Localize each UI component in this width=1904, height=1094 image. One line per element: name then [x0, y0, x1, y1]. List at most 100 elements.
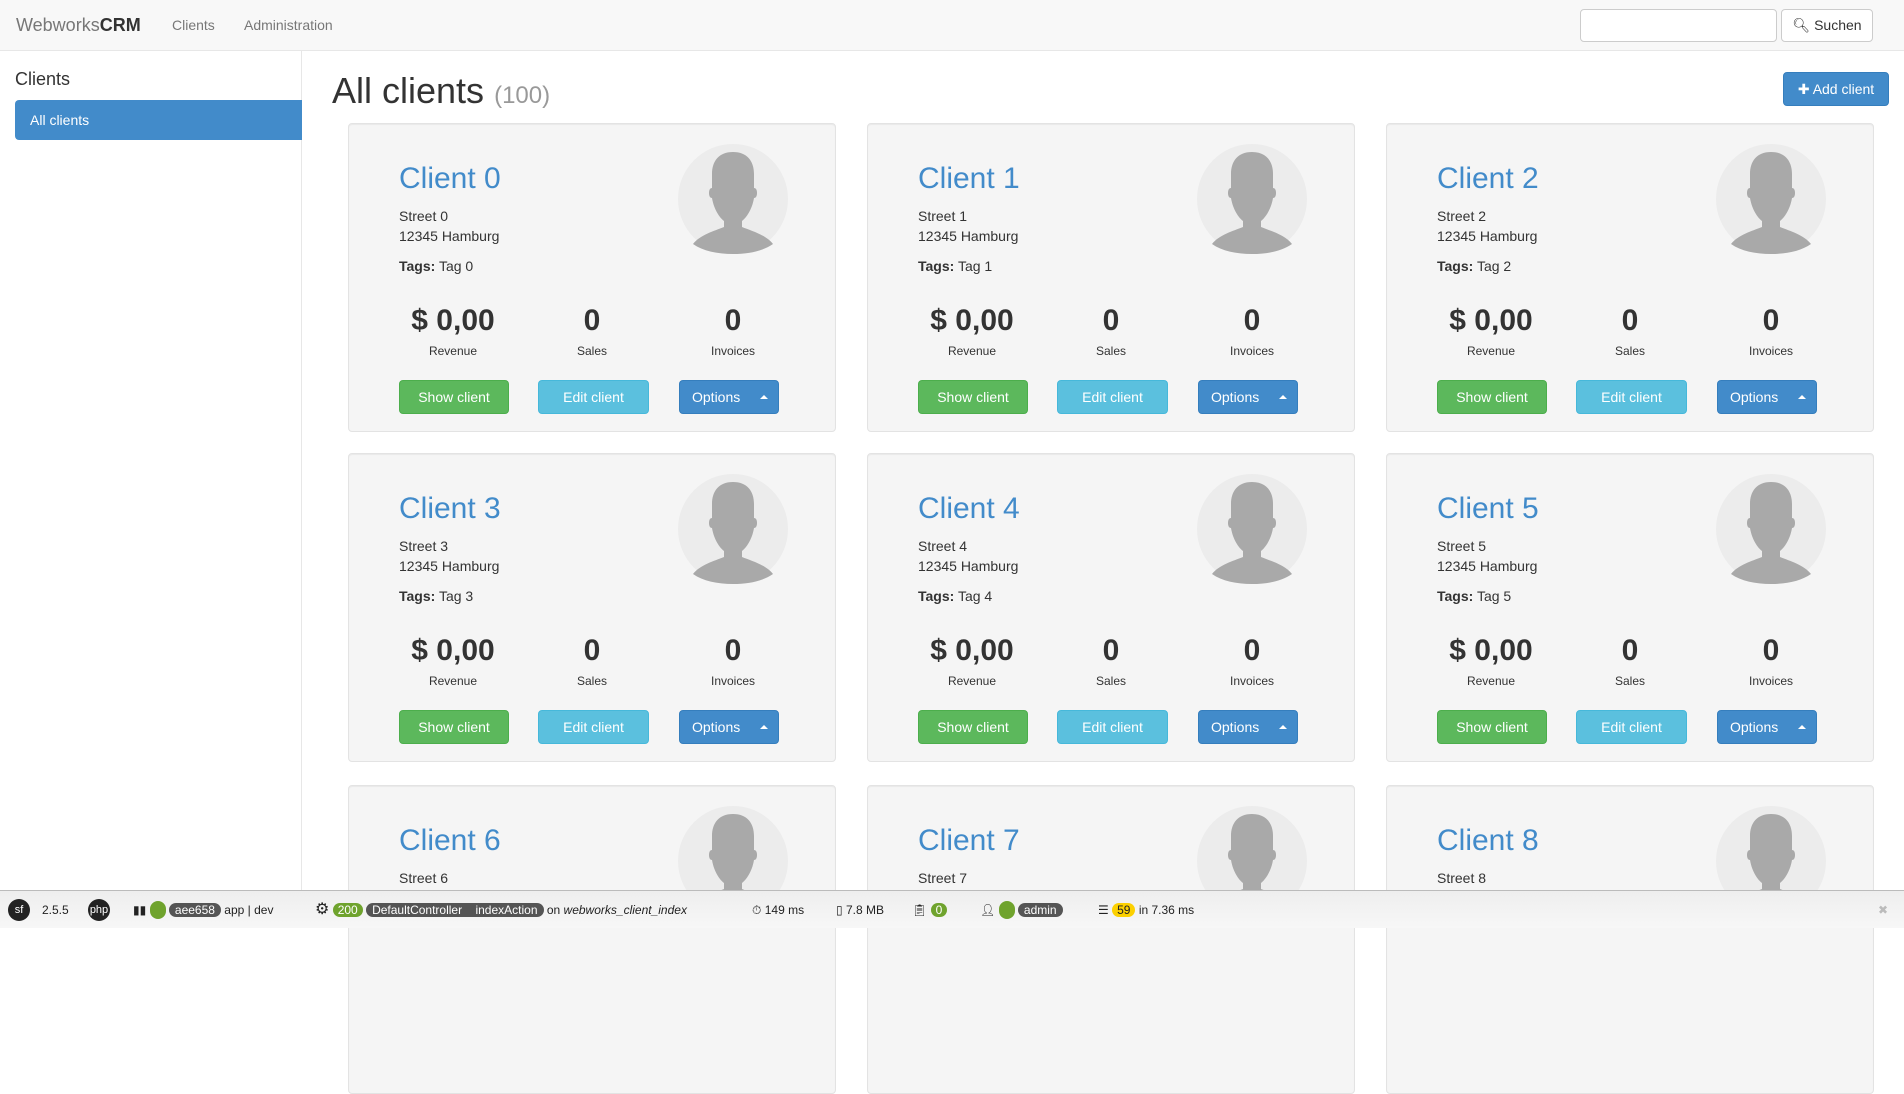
symfony-logo-icon[interactable]: sf	[8, 899, 30, 921]
sidebar: Clients All clients	[0, 51, 302, 890]
client-name-link[interactable]: Client 3	[399, 492, 501, 526]
revenue-label: Revenue	[902, 344, 1042, 358]
tags-label: Tags:	[1437, 258, 1473, 274]
security-panel[interactable]: 👤︎ admin	[980, 901, 1063, 919]
revenue-stat: $ 0,00Revenue	[1421, 304, 1561, 358]
sales-stat: 0Sales	[522, 634, 662, 688]
client-name-link[interactable]: Client 8	[1437, 824, 1539, 858]
sidebar-heading: Clients	[15, 69, 70, 90]
client-city: 12345 Hamburg	[918, 228, 1018, 244]
sales-stat: 0Sales	[522, 304, 662, 358]
sales-label: Sales	[522, 344, 662, 358]
client-name-link[interactable]: Client 2	[1437, 162, 1539, 196]
sales-value: 0	[522, 304, 662, 344]
options-dropdown-button[interactable]: Options	[1717, 380, 1817, 414]
client-street: Street 0	[399, 208, 448, 224]
client-street: Street 6	[399, 870, 448, 886]
options-dropdown-button[interactable]: Options	[1717, 710, 1817, 744]
edit-client-button[interactable]: Edit client	[1576, 380, 1687, 414]
sidebar-item-all-clients[interactable]: All clients	[15, 100, 302, 140]
client-name-link[interactable]: Client 7	[918, 824, 1020, 858]
php-icon[interactable]: php	[88, 899, 110, 921]
client-card: Client 8 Street 8	[1386, 785, 1874, 1094]
show-client-button[interactable]: Show client	[399, 710, 509, 744]
memory-panel[interactable]: ▯ 7.8 MB	[836, 901, 884, 919]
invoices-value: 0	[1182, 304, 1322, 344]
config-panel[interactable]: ▮▮ aee658 app | dev	[133, 901, 273, 919]
show-client-button[interactable]: Show client	[918, 380, 1028, 414]
show-client-button[interactable]: Show client	[399, 380, 509, 414]
revenue-value: $ 0,00	[902, 304, 1042, 344]
nav-clients[interactable]: Clients	[172, 17, 215, 33]
token-badge: aee658	[169, 903, 221, 917]
sales-label: Sales	[1560, 344, 1700, 358]
client-street: Street 1	[918, 208, 967, 224]
search-button[interactable]: 🔍︎ Suchen	[1781, 9, 1873, 42]
controller-name: DefaultController	[372, 903, 462, 917]
tag-value: Tag 5	[1477, 588, 1511, 604]
nav-administration[interactable]: Administration	[244, 17, 333, 33]
gear-icon: ⚙	[315, 901, 329, 918]
revenue-value: $ 0,00	[1421, 634, 1561, 674]
options-label: Options	[1730, 389, 1778, 405]
show-client-button[interactable]: Show client	[1437, 710, 1547, 744]
edit-client-button[interactable]: Edit client	[538, 380, 649, 414]
edit-client-button[interactable]: Edit client	[1057, 710, 1168, 744]
sales-label: Sales	[1041, 344, 1181, 358]
db-panel[interactable]: ☰ 59 in 7.36 ms	[1098, 901, 1194, 919]
options-label: Options	[1211, 719, 1259, 735]
client-name-link[interactable]: Client 1	[918, 162, 1020, 196]
sales-stat: 0Sales	[1560, 304, 1700, 358]
page-title-text: All clients	[332, 70, 484, 111]
client-card: Client 6 Street 6	[348, 785, 836, 1094]
query-time: in 7.36 ms	[1139, 903, 1194, 917]
options-dropdown-button[interactable]: Options	[1198, 710, 1298, 744]
status-code: 200	[333, 903, 363, 917]
tags-label: Tags:	[918, 258, 954, 274]
invoices-value: 0	[663, 634, 803, 674]
sales-label: Sales	[522, 674, 662, 688]
request-panel[interactable]: ⚙ 200 DefaultController indexAction on w…	[315, 901, 687, 919]
client-tags: Tags: Tag 5	[1437, 588, 1511, 604]
client-tags: Tags: Tag 3	[399, 588, 473, 604]
page-title: All clients (100)	[332, 70, 550, 112]
invoices-stat: 0Invoices	[1182, 304, 1322, 358]
client-name-link[interactable]: Client 4	[918, 492, 1020, 526]
add-client-button[interactable]: ✚ Add client	[1783, 72, 1889, 106]
avatar-icon	[1197, 474, 1307, 584]
edit-client-button[interactable]: Edit client	[1576, 710, 1687, 744]
navbar: WebworksCRM Clients Administration 🔍︎ Su…	[0, 0, 1904, 51]
client-name-link[interactable]: Client 0	[399, 162, 501, 196]
controller-badge: DefaultController indexAction	[366, 903, 543, 917]
show-client-button[interactable]: Show client	[1437, 380, 1547, 414]
sales-value: 0	[522, 634, 662, 674]
time-panel[interactable]: ⏱ 149 ms	[752, 901, 804, 919]
options-dropdown-button[interactable]: Options	[1198, 380, 1298, 414]
options-dropdown-button[interactable]: Options	[679, 380, 779, 414]
sales-value: 0	[1560, 304, 1700, 344]
caret-up-icon	[760, 395, 768, 399]
caret-up-icon	[760, 725, 768, 729]
edit-client-button[interactable]: Edit client	[538, 710, 649, 744]
client-city: 12345 Hamburg	[399, 558, 499, 574]
client-name-link[interactable]: Client 6	[399, 824, 501, 858]
options-dropdown-button[interactable]: Options	[679, 710, 779, 744]
tag-value: Tag 4	[958, 588, 992, 604]
close-toolbar-icon[interactable]: ✖	[1878, 901, 1888, 919]
edit-client-button[interactable]: Edit client	[1057, 380, 1168, 414]
revenue-label: Revenue	[1421, 344, 1561, 358]
invoices-value: 0	[1701, 304, 1841, 344]
brand-logo[interactable]: WebworksCRM	[16, 15, 141, 36]
avatar-icon	[1716, 144, 1826, 254]
auth-dot	[999, 901, 1015, 919]
invoices-label: Invoices	[1182, 344, 1322, 358]
revenue-value: $ 0,00	[1421, 304, 1561, 344]
client-name-link[interactable]: Client 5	[1437, 492, 1539, 526]
caret-up-icon	[1798, 395, 1806, 399]
search-input[interactable]	[1580, 9, 1777, 42]
options-label: Options	[692, 719, 740, 735]
symfony-version[interactable]: 2.5.5	[42, 901, 69, 919]
invoices-stat: 0Invoices	[1701, 634, 1841, 688]
logs-panel[interactable]: 📋︎ 0	[912, 901, 947, 919]
show-client-button[interactable]: Show client	[918, 710, 1028, 744]
